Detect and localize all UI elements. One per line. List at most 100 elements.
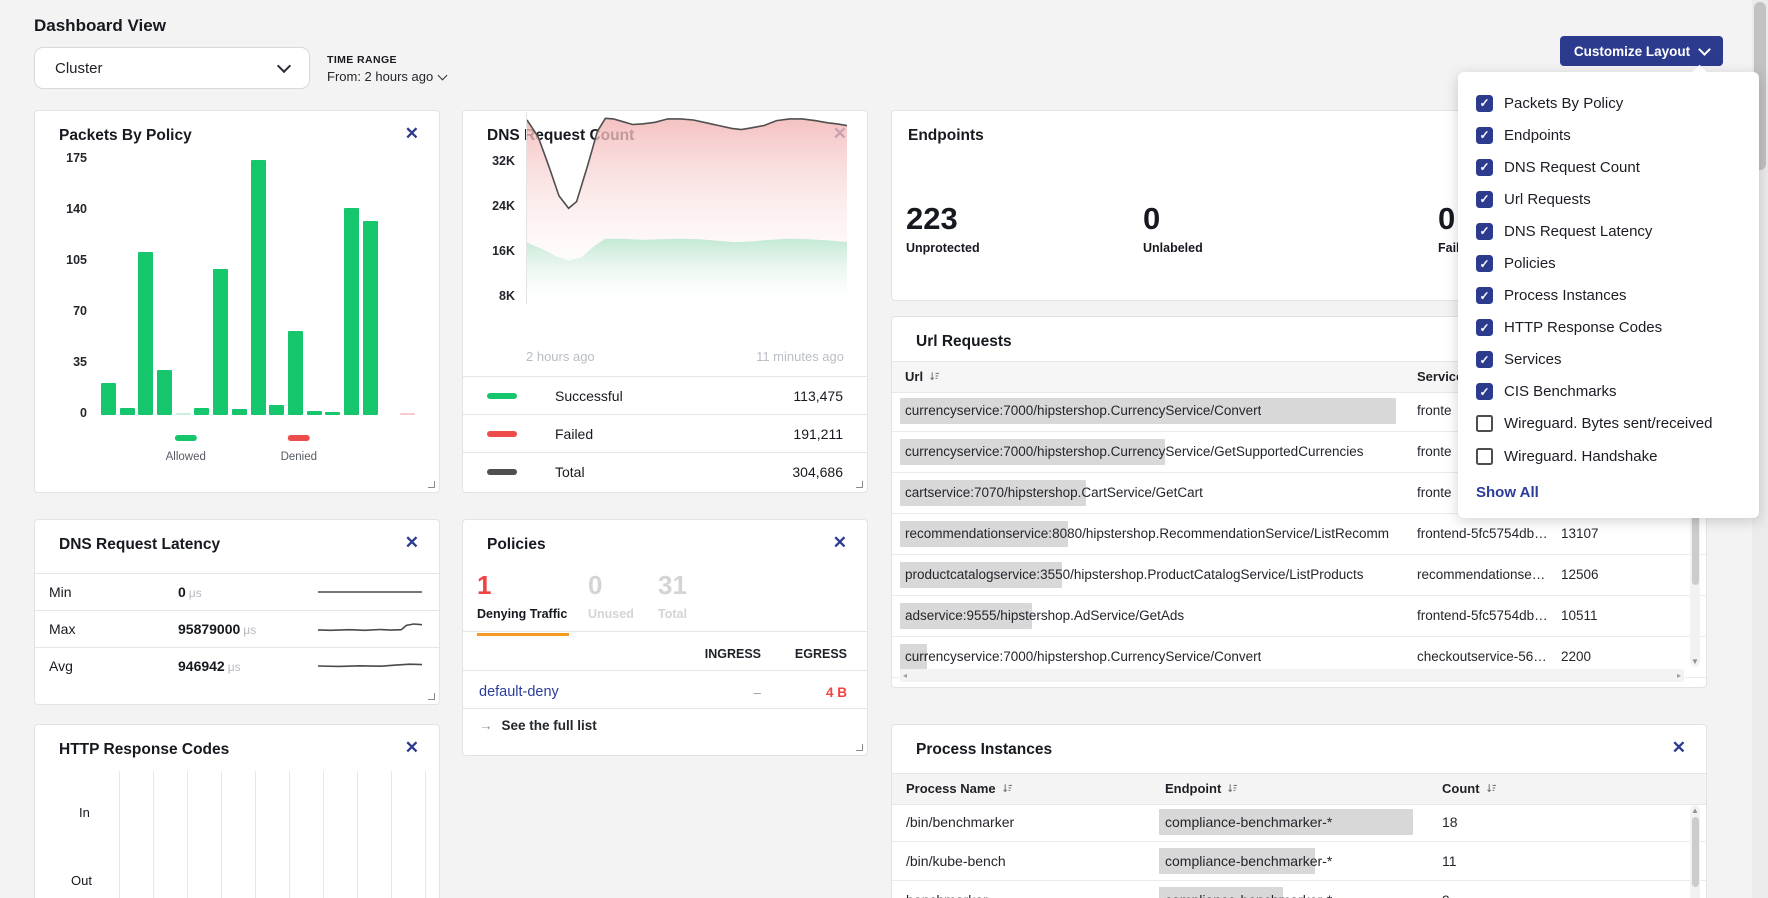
table-row[interactable]: adservice:9555/hipstershop.AdService/Get… (892, 596, 1706, 637)
chart-bar (101, 383, 116, 415)
customize-menu-item[interactable]: ✓Packets By Policy (1458, 87, 1759, 119)
customize-menu-item[interactable]: ✓ Url Requests (1458, 183, 1759, 215)
latency-unit: μs (189, 586, 202, 600)
url-cell: recommendationservice:8080/hipstershop.R… (905, 526, 1389, 541)
customize-menu-item[interactable]: ✓Process Instances (1458, 280, 1759, 312)
customize-menu-item[interactable]: Wireguard. Bytes sent/received (1458, 408, 1759, 440)
column-header-count[interactable]: Count (1442, 781, 1497, 796)
card-title: Process Instances (916, 741, 1052, 759)
column-header-service[interactable]: Service (1417, 369, 1463, 384)
time-range: TIME RANGE From: 2 hours ago (327, 54, 446, 84)
legend-label: Total (555, 464, 585, 480)
customize-menu-item[interactable]: ✓Services (1458, 344, 1759, 376)
checkbox-icon[interactable]: ✓ (1476, 159, 1493, 176)
policies-tab-unused[interactable]: 0Unused (588, 572, 634, 632)
horizontal-scrollbar[interactable]: ◂ ▸ (900, 669, 1684, 682)
y-axis-tick: 35 (45, 355, 87, 369)
customize-menu-item[interactable]: ✓CIS Benchmarks (1458, 376, 1759, 408)
checkbox-icon[interactable] (1476, 448, 1493, 465)
customize-menu-item[interactable]: ✓Endpoints (1458, 119, 1759, 151)
policies-card: Policies ✕ 1Denying Traffic0Unused31Tota… (462, 519, 868, 756)
url-cell: cartservice:7070/hipstershop.CartService… (905, 485, 1203, 500)
checkbox-icon[interactable] (1476, 415, 1493, 432)
policies-tab-denying-traffic[interactable]: 1Denying Traffic (477, 572, 567, 632)
checkbox-icon[interactable]: ✓ (1476, 287, 1493, 304)
column-header-endpoint[interactable]: Endpoint (1165, 781, 1238, 796)
scroll-right-icon[interactable]: ▸ (1677, 671, 1681, 680)
checkbox-icon[interactable]: ✓ (1476, 351, 1493, 368)
table-row[interactable]: benchmarkercompliance-benchmarker-*9 (892, 881, 1706, 898)
scroll-up-icon[interactable]: ▲ (1690, 806, 1700, 815)
view-selector-dropdown[interactable]: Cluster (34, 47, 310, 89)
chart-bar (232, 409, 247, 415)
menu-item-label: HTTP Response Codes (1504, 319, 1662, 336)
customize-menu-item[interactable]: Wireguard. Handshake (1458, 440, 1759, 472)
chevron-down-icon (277, 59, 291, 73)
chart-bar (400, 413, 415, 415)
x-axis-label-end: 11 minutes ago (756, 349, 844, 364)
stat-label: Unprotected (906, 241, 980, 255)
checkbox-icon[interactable]: ✓ (1476, 191, 1493, 208)
close-icon[interactable]: ✕ (405, 125, 419, 142)
table-row[interactable]: productcatalogservice:3550/hipstershop.P… (892, 555, 1706, 596)
scrollbar-thumb[interactable] (1692, 817, 1699, 887)
close-icon[interactable]: ✕ (833, 534, 847, 551)
latency-label: Max (49, 621, 75, 637)
customize-menu-item[interactable]: ✓Policies (1458, 247, 1759, 279)
table-header: Process Name Endpoint Count (892, 773, 1706, 805)
x-axis-label-start: 2 hours ago (526, 349, 595, 364)
menu-item-label: Url Requests (1504, 191, 1591, 208)
bar-slot (194, 160, 209, 415)
close-icon[interactable]: ✕ (1672, 739, 1686, 756)
table-row[interactable]: recommendationservice:8080/hipstershop.R… (892, 514, 1706, 555)
sparkline (317, 619, 423, 639)
legend-label: Successful (555, 388, 623, 404)
url-cell: productcatalogservice:3550/hipstershop.P… (905, 567, 1364, 582)
latency-row: Max95879000μs (35, 610, 439, 647)
tab-value: 31 (658, 572, 687, 598)
checkbox-icon[interactable]: ✓ (1476, 223, 1493, 240)
customize-layout-button[interactable]: Customize Layout (1560, 36, 1723, 66)
customize-menu-item[interactable]: ✓ DNS Request Count (1458, 151, 1759, 183)
checkbox-icon[interactable]: ✓ (1476, 319, 1493, 336)
service-cell: fronte (1417, 444, 1452, 459)
y-axis-tick: 105 (45, 253, 87, 267)
table-row[interactable]: /bin/benchmarkercompliance-benchmarker-*… (892, 803, 1706, 842)
scroll-down-icon[interactable]: ▼ (1690, 657, 1700, 666)
dns-request-count-card: DNS Request Count ✕ 2 hours ago 11 minut… (462, 110, 868, 493)
card-title: Url Requests (916, 333, 1012, 351)
count-cell: 12506 (1561, 567, 1599, 582)
checkbox-icon[interactable]: ✓ (1476, 127, 1493, 144)
see-full-list-link[interactable]: → See the full list (479, 718, 597, 733)
endpoint-cell: compliance-benchmarker-* (1165, 892, 1332, 898)
policies-tab-total[interactable]: 31 Total (658, 572, 687, 632)
time-range-value[interactable]: From: 2 hours ago (327, 69, 446, 84)
close-icon[interactable]: ✕ (405, 534, 419, 551)
checkbox-icon[interactable]: ✓ (1476, 255, 1493, 272)
close-icon[interactable]: ✕ (405, 739, 419, 756)
chart-bar (176, 413, 191, 415)
vertical-scrollbar[interactable]: ▲ (1690, 805, 1700, 898)
customize-menu-item[interactable]: ✓ HTTP Response Codes (1458, 312, 1759, 344)
tab-label: Total (658, 607, 687, 621)
sort-icon (929, 371, 940, 382)
show-all-link[interactable]: Show All (1476, 484, 1759, 501)
legend-swatch (487, 469, 517, 475)
divider (463, 708, 867, 709)
menu-item-label: DNS Request Count (1504, 159, 1640, 176)
checkbox-icon[interactable]: ✓ (1476, 95, 1493, 112)
bar-slot (176, 160, 191, 415)
bar-slot (251, 160, 266, 415)
column-header-process-name[interactable]: Process Name (906, 781, 1013, 796)
checkbox-icon[interactable]: ✓ (1476, 383, 1493, 400)
http-chart-grid (119, 771, 431, 898)
sparkline (317, 582, 423, 602)
scroll-left-icon[interactable]: ◂ (903, 671, 907, 680)
table-row[interactable]: /bin/kube-benchcompliance-benchmarker-*1… (892, 842, 1706, 881)
legend-item: Allowed (166, 428, 206, 463)
customize-menu-item[interactable]: ✓DNS Request Latency (1458, 215, 1759, 247)
column-header-label: Endpoint (1165, 781, 1221, 796)
column-header-url[interactable]: Url (905, 369, 940, 384)
policy-name-link[interactable]: default-deny (479, 684, 559, 700)
y-axis-tick: 16K (473, 244, 515, 258)
